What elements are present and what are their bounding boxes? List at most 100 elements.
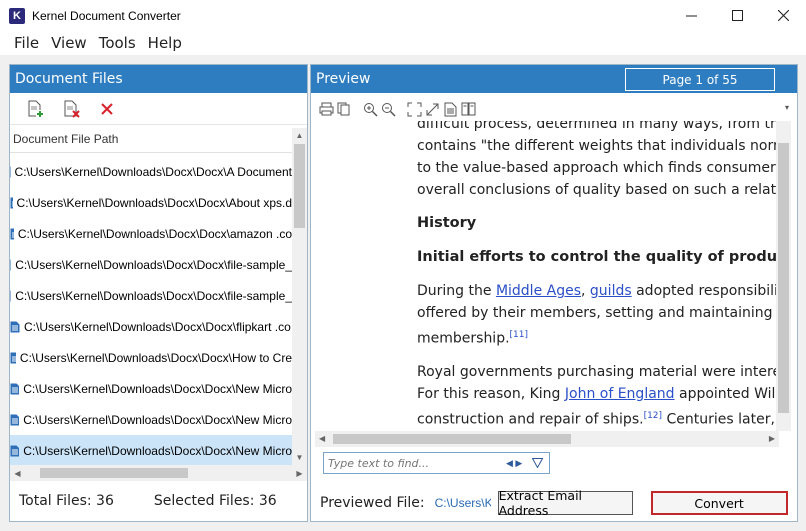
doc-text-line: difficult process, determined in many wa… [417, 121, 776, 132]
file-row[interactable]: C:\Users\Kernel\Downloads\Docx\Docx\New … [10, 373, 292, 404]
scroll-right-icon[interactable]: ▶ [769, 434, 775, 443]
file-row[interactable]: C:\Users\Kernel\Downloads\Docx\Docx\A Do… [10, 156, 292, 187]
minimize-icon [685, 15, 697, 17]
file-row[interactable]: C:\Users\Kernel\Downloads\Docx\Docx\Abou… [10, 187, 292, 218]
filter-icon [531, 458, 543, 468]
remove-file-button[interactable] [60, 98, 82, 120]
doc-text: appointed Willia [678, 385, 776, 402]
document-icon [10, 290, 12, 301]
doc-heading-history: History [417, 215, 477, 231]
scroll-left-icon[interactable]: ◀ [319, 434, 325, 443]
file-path: C:\Users\Kernel\Downloads\Docx\Docx\file… [15, 257, 292, 272]
doc-link-guilds[interactable]: guilds [590, 283, 632, 299]
document-icon [10, 414, 20, 425]
print-icon [319, 102, 333, 116]
preview-vertical-scrollbar[interactable] [776, 121, 791, 431]
scroll-down-icon[interactable]: ▼ [292, 450, 307, 465]
doc-text: adopted responsibility [631, 283, 776, 299]
file-row[interactable]: C:\Users\Kernel\Downloads\Docx\Docx\How … [10, 342, 292, 373]
doc-citation[interactable]: [12] [644, 411, 662, 421]
doc-text: construction and repair of ships. [417, 411, 644, 428]
extract-email-button[interactable]: Extract Email Address [497, 488, 633, 518]
file-row[interactable]: C:\Users\Kernel\Downloads\Docx\Docx\flip… [10, 311, 292, 342]
page-indicator: Page 1 of 55 [625, 68, 775, 91]
menu-tools[interactable]: Tools [93, 34, 142, 52]
menu-bar: File View Tools Help [0, 31, 806, 55]
scroll-left-icon[interactable]: ◀ [10, 465, 25, 481]
file-list-vertical-scrollbar[interactable]: ▲ ▼ [292, 128, 307, 465]
add-file-button[interactable] [24, 98, 46, 120]
expand-icon [426, 103, 438, 115]
doc-text-line: offered by their members, setting and ma… [417, 305, 776, 321]
file-path: C:\Users\Kernel\Downloads\Docx\Docx\Abou… [16, 195, 292, 210]
zoom-out-button[interactable] [380, 101, 396, 117]
menu-view[interactable]: View [45, 34, 93, 52]
title-bar: K Kernel Document Converter [0, 0, 806, 31]
close-button[interactable] [760, 0, 806, 31]
doc-link-middle-ages[interactable]: Middle Ages [496, 283, 581, 299]
doc-text: membership. [417, 330, 510, 347]
convert-button[interactable]: Convert [650, 491, 788, 515]
file-row[interactable]: C:\Users\Kernel\Downloads\Docx\Docx\New … [10, 404, 292, 435]
previewed-file-path: C:\Users\Ke [434, 496, 491, 510]
menu-file[interactable]: File [8, 34, 45, 52]
fit-page-icon [407, 102, 421, 116]
file-row[interactable]: C:\Users\Kernel\Downloads\Docx\Docx\file… [10, 249, 292, 280]
copy-icon [337, 102, 350, 116]
scroll-thumb[interactable] [333, 434, 571, 444]
file-path: C:\Users\Kernel\Downloads\Docx\Docx\A Do… [14, 164, 292, 179]
previewed-file-label: Previewed File: [320, 495, 425, 511]
scroll-thumb[interactable] [40, 468, 188, 478]
column-header-file-path[interactable]: Document File Path [10, 125, 307, 153]
file-row[interactable]: C:\Users\Kernel\Downloads\Docx\Docx\file… [10, 280, 292, 311]
close-icon [777, 10, 789, 21]
file-path: C:\Users\Kernel\Downloads\Docx\Docx\New … [23, 443, 292, 458]
preview-footer: Previewed File: C:\Users\Ke Extract Emai… [311, 485, 797, 521]
file-list-horizontal-scrollbar[interactable]: ◀ ▶ [10, 465, 307, 481]
fit-page-button[interactable] [406, 101, 422, 117]
file-row-selected[interactable]: C:\Users\Kernel\Downloads\Docx\Docx\New … [10, 435, 292, 465]
minimize-button[interactable] [668, 0, 714, 31]
maximize-button[interactable] [714, 0, 760, 31]
zoom-out-icon [381, 102, 396, 117]
clear-all-icon [101, 102, 113, 115]
doc-citation[interactable]: [11] [510, 330, 528, 340]
print-button[interactable] [318, 101, 334, 117]
menu-help[interactable]: Help [142, 34, 188, 52]
scroll-thumb[interactable] [778, 143, 789, 413]
preview-panel: Preview Page 1 of 55 ▾ difficult process… [310, 64, 798, 522]
maximize-icon [731, 10, 743, 21]
file-path: C:\Users\Kernel\Downloads\Docx\Docx\flip… [24, 319, 291, 334]
zoom-in-button[interactable] [362, 101, 378, 117]
find-input[interactable] [324, 456, 504, 470]
two-page-button[interactable] [460, 101, 476, 117]
doc-text: For this reason, King [417, 385, 565, 402]
doc-text: , [581, 283, 590, 299]
fit-width-button[interactable] [424, 101, 440, 117]
file-list: C:\Users\Kernel\Downloads\Docx\Docx\A Do… [10, 156, 292, 465]
preview-header: Preview Page 1 of 55 [311, 65, 797, 93]
toolbar-overflow-icon[interactable]: ▾ [785, 103, 789, 112]
document-icon [10, 352, 16, 363]
document-icon [10, 166, 11, 177]
document-files-header: Document Files [10, 65, 307, 93]
doc-link-john-of-england[interactable]: John of England [565, 386, 675, 402]
preview-horizontal-scrollbar[interactable]: ◀ ▶ [315, 431, 779, 447]
single-page-icon [444, 102, 456, 116]
app-logo-icon: K [9, 7, 25, 24]
document-icon [10, 259, 12, 270]
preview-toolbar: ▾ [315, 97, 791, 121]
scroll-up-icon[interactable]: ▲ [292, 128, 307, 143]
clear-all-button[interactable] [96, 98, 118, 120]
preview-title: Preview [316, 71, 371, 87]
single-page-button[interactable] [442, 101, 458, 117]
find-options-button[interactable] [530, 456, 544, 470]
scroll-right-icon[interactable]: ▶ [292, 465, 307, 481]
file-path: C:\Users\Kernel\Downloads\Docx\Docx\file… [15, 288, 292, 303]
scroll-thumb[interactable] [294, 144, 305, 228]
copy-button[interactable] [336, 101, 352, 117]
find-prev-next-icon[interactable]: ◀ ▶ [506, 458, 522, 469]
file-row[interactable]: C:\Users\Kernel\Downloads\Docx\Docx\amaz… [10, 218, 292, 249]
document-preview[interactable]: difficult process, determined in many wa… [321, 121, 776, 431]
total-files-count: Total Files: 36 [19, 493, 114, 509]
